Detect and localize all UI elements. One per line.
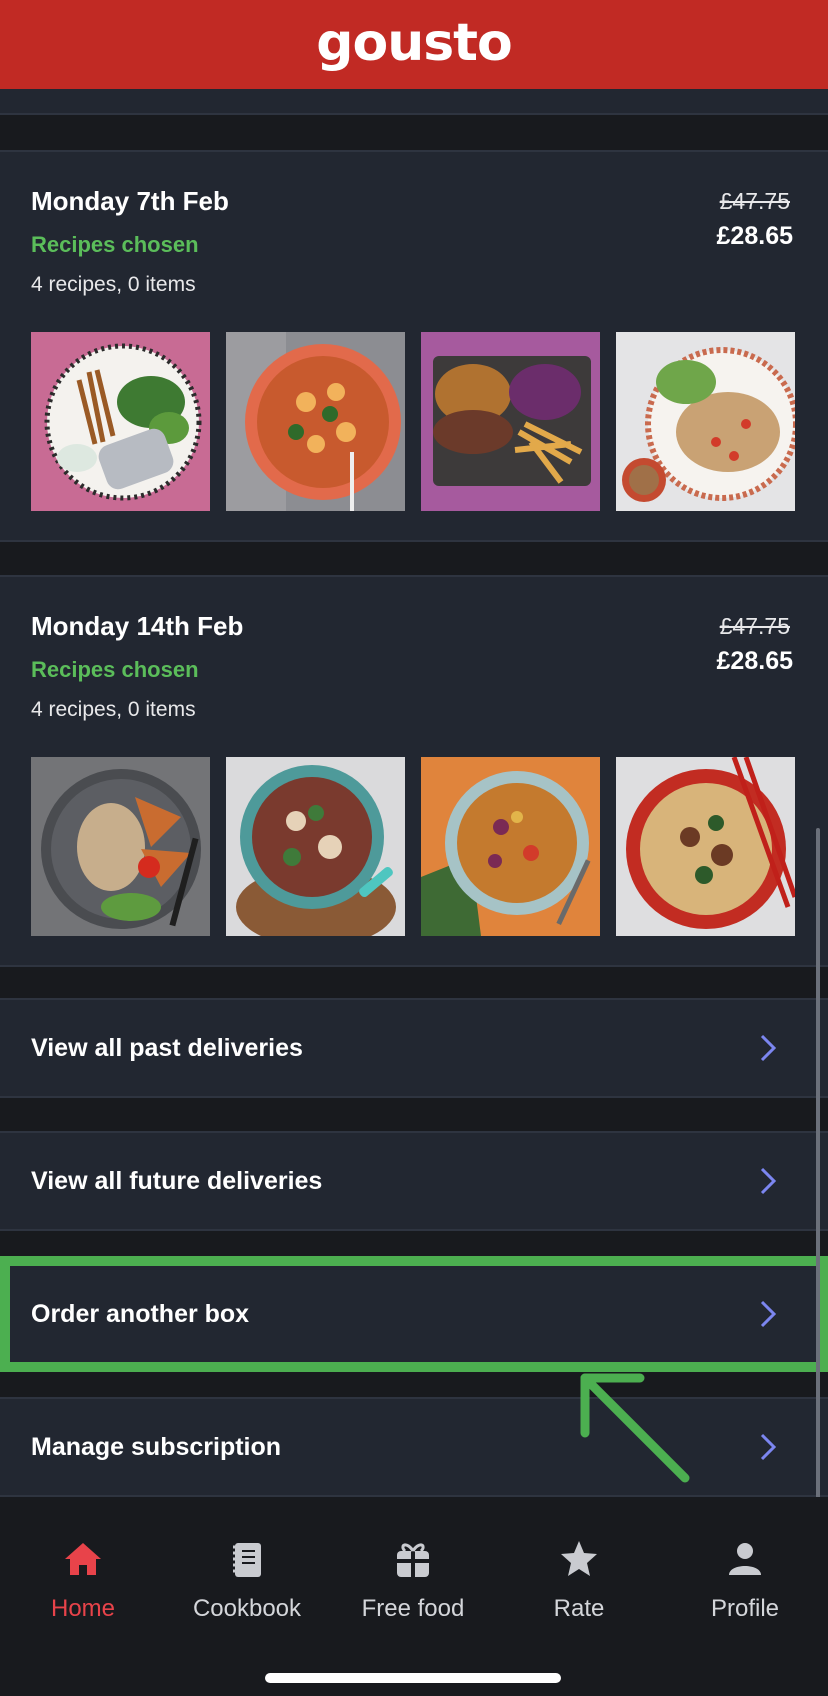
original-price: £47.75 xyxy=(719,613,790,639)
tab-free-food[interactable]: Free food xyxy=(330,1537,496,1637)
tab-label: Profile xyxy=(710,1595,780,1622)
recipe-image[interactable] xyxy=(226,757,405,936)
chevron-right-icon xyxy=(760,1433,777,1461)
chevron-right-icon xyxy=(760,1167,777,1195)
delivery-date: Monday 14th Feb xyxy=(31,611,244,641)
delivery-card[interactable]: Monday 7th Feb Recipes chosen 4 recipes,… xyxy=(0,150,828,542)
row-label: View all past deliveries xyxy=(31,1033,303,1062)
recipe-image[interactable] xyxy=(421,332,600,511)
row-label: Order another box xyxy=(31,1299,250,1328)
tab-label: Rate xyxy=(553,1595,605,1622)
recipe-image[interactable] xyxy=(616,332,795,511)
annotation-arrow-icon xyxy=(580,1373,690,1483)
recipe-image[interactable] xyxy=(616,757,795,936)
delivery-status: Recipes chosen xyxy=(31,232,199,257)
delivery-count: 4 recipes, 0 items xyxy=(31,698,196,721)
recipe-image[interactable] xyxy=(226,332,405,511)
delivery-count: 4 recipes, 0 items xyxy=(31,273,196,296)
gift-icon xyxy=(397,1543,429,1577)
cookbook-icon xyxy=(233,1543,261,1577)
gousto-logo: gousto xyxy=(316,12,512,73)
tab-profile[interactable]: Profile xyxy=(662,1537,828,1637)
recipe-thumbnails xyxy=(31,757,811,936)
discounted-price: £28.65 xyxy=(716,222,793,250)
home-icon xyxy=(65,1543,101,1575)
profile-icon xyxy=(729,1543,761,1575)
recipe-image[interactable] xyxy=(31,757,210,936)
tab-label: Home xyxy=(50,1595,116,1622)
delivery-status: Recipes chosen xyxy=(31,657,199,682)
tab-cookbook[interactable]: Cookbook xyxy=(164,1537,330,1637)
recipe-image[interactable] xyxy=(31,332,210,511)
chevron-right-icon xyxy=(760,1034,777,1062)
row-label: View all future deliveries xyxy=(31,1166,323,1195)
previous-card-edge xyxy=(0,89,828,115)
tab-rate[interactable]: Rate xyxy=(496,1537,662,1637)
tab-label: Cookbook xyxy=(192,1595,302,1622)
view-future-deliveries-row[interactable]: View all future deliveries xyxy=(0,1131,828,1231)
recipe-thumbnails xyxy=(31,332,811,511)
discounted-price: £28.65 xyxy=(716,647,793,675)
delivery-card[interactable]: Monday 14th Feb Recipes chosen 4 recipes… xyxy=(0,575,828,967)
scrollbar[interactable] xyxy=(816,828,820,1523)
view-past-deliveries-row[interactable]: View all past deliveries xyxy=(0,998,828,1098)
original-price: £47.75 xyxy=(719,188,790,214)
tab-label: Free food xyxy=(361,1595,465,1622)
order-another-box-row[interactable]: Order another box xyxy=(0,1264,828,1364)
bottom-tab-bar: Home Cookbook Free food Rate Profile xyxy=(0,1497,828,1696)
tab-home[interactable]: Home xyxy=(0,1537,166,1637)
recipe-image[interactable] xyxy=(421,757,600,936)
app-header: gousto xyxy=(0,0,828,89)
manage-subscription-row[interactable]: Manage subscription xyxy=(0,1397,828,1497)
star-icon xyxy=(561,1541,597,1576)
delivery-date: Monday 7th Feb xyxy=(31,186,229,216)
chevron-right-icon xyxy=(760,1300,777,1328)
home-indicator xyxy=(265,1673,561,1683)
